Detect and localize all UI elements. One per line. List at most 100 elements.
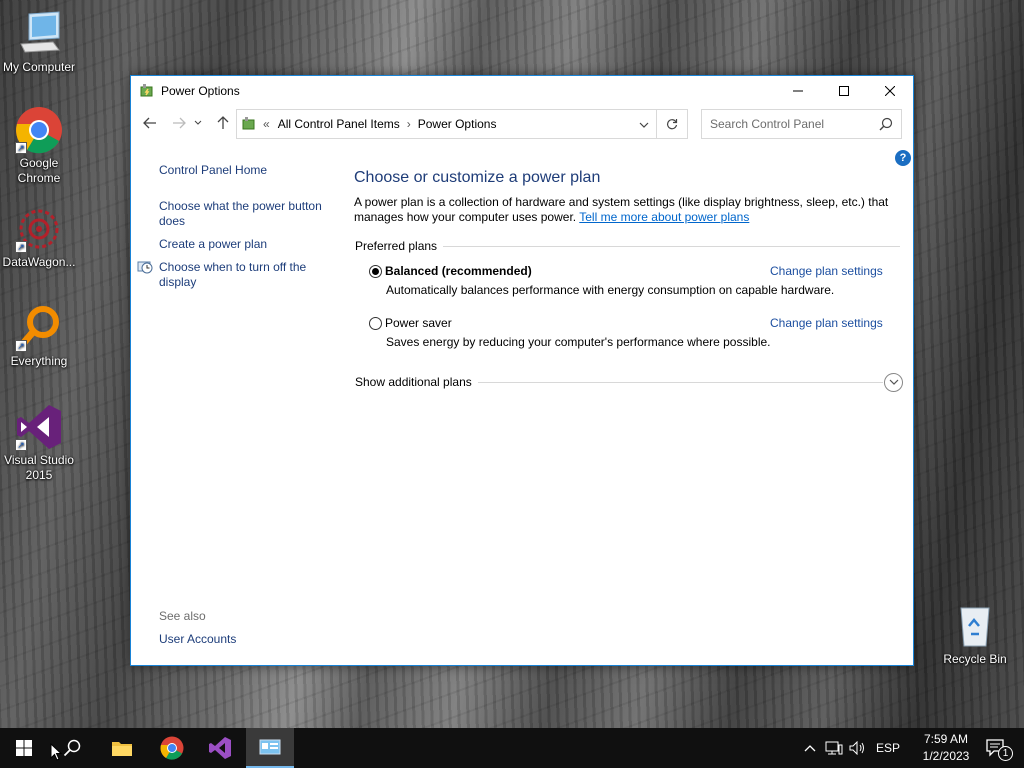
desktop-icon-recycle-bin[interactable]: Recycle Bin bbox=[937, 602, 1013, 667]
power-saver-radio[interactable] bbox=[369, 317, 382, 330]
window-title: Power Options bbox=[161, 83, 240, 98]
chevron-up-icon bbox=[804, 745, 816, 752]
show-hidden-icons-button[interactable] bbox=[800, 728, 820, 768]
breadcrumb-separator[interactable]: › bbox=[407, 117, 411, 131]
balanced-radio[interactable] bbox=[369, 265, 382, 278]
navigation-bar: « All Control Panel Items › Power Option… bbox=[131, 105, 913, 141]
desktop-icon-visual-studio[interactable]: ↗ Visual Studio 2015 bbox=[1, 403, 77, 483]
breadcrumb-overflow[interactable]: « bbox=[263, 117, 270, 131]
input-language-button[interactable]: ESP bbox=[872, 728, 904, 768]
desktop-icon-label: Recycle Bin bbox=[943, 652, 1007, 666]
control-panel-icon bbox=[242, 117, 255, 130]
search-icon bbox=[879, 117, 893, 131]
taskbar-visual-studio[interactable] bbox=[196, 728, 244, 768]
shortcut-arrow-icon: ↗ bbox=[15, 340, 27, 352]
power-saver-change-settings-link[interactable]: Change plan settings bbox=[770, 316, 883, 330]
speaker-icon bbox=[849, 741, 864, 755]
volume-button[interactable] bbox=[846, 728, 870, 768]
breadcrumb-power-options[interactable]: Power Options bbox=[418, 117, 497, 131]
desktop-icon-datawagon[interactable]: ↗ DataWagon... bbox=[1, 205, 77, 270]
windows-logo-icon bbox=[16, 740, 32, 756]
breadcrumb-all-control-panel-items[interactable]: All Control Panel Items bbox=[278, 117, 400, 131]
chevron-down-icon bbox=[639, 122, 649, 128]
maximize-icon bbox=[839, 85, 849, 96]
taskbar-file-explorer[interactable] bbox=[98, 728, 146, 768]
chrome-icon bbox=[160, 736, 184, 760]
control-panel-home-link[interactable]: Control Panel Home bbox=[159, 163, 334, 178]
taskbar-power-options[interactable] bbox=[246, 728, 294, 768]
desktop-icon-label: My Computer bbox=[2, 60, 76, 74]
show-additional-plans-label[interactable]: Show additional plans bbox=[355, 375, 478, 389]
refresh-icon bbox=[666, 119, 678, 130]
power-saver-plan-name[interactable]: Power saver bbox=[385, 316, 452, 330]
page-title: Choose or customize a power plan bbox=[354, 169, 601, 186]
network-icon bbox=[825, 741, 843, 755]
desktop-icon-everything[interactable]: ↗ Everything bbox=[1, 304, 77, 369]
datawagon-icon: ↗ bbox=[15, 205, 63, 253]
search-icon bbox=[63, 739, 81, 757]
expand-additional-plans-button[interactable] bbox=[884, 373, 903, 392]
minimize-icon bbox=[793, 90, 803, 91]
power-button-link[interactable]: Choose what the power button does bbox=[159, 199, 334, 229]
network-button[interactable] bbox=[822, 728, 846, 768]
chevron-down-icon bbox=[889, 379, 898, 385]
page-description: A power plan is a collection of hardware… bbox=[354, 195, 894, 225]
forward-arrow-icon bbox=[173, 117, 186, 129]
taskbar: ESP 7:59 AM 1/2/2023 1 bbox=[0, 728, 1024, 768]
minimize-button[interactable] bbox=[775, 76, 821, 105]
close-button[interactable] bbox=[867, 76, 913, 105]
visual-studio-icon bbox=[209, 737, 231, 759]
preferred-plans-label: Preferred plans bbox=[355, 239, 444, 253]
taskbar-chrome[interactable] bbox=[148, 728, 196, 768]
search-input[interactable]: Search Control Panel bbox=[701, 109, 902, 139]
power-saver-plan-description: Saves energy by reducing your computer's… bbox=[386, 335, 771, 349]
see-also-label: See also bbox=[159, 609, 206, 623]
power-options-window: Power Options « All Control Panel Items … bbox=[130, 75, 914, 666]
address-dropdown-button[interactable] bbox=[639, 118, 649, 132]
turn-off-display-link[interactable]: Choose when to turn off the display bbox=[159, 260, 334, 290]
everything-search-icon: ↗ bbox=[15, 304, 63, 352]
desktop-icon-my-computer[interactable]: My Computer bbox=[1, 10, 77, 75]
user-accounts-link[interactable]: User Accounts bbox=[159, 632, 334, 647]
chrome-icon: ↗ bbox=[15, 106, 63, 154]
action-center-button[interactable]: 1 bbox=[976, 728, 1016, 768]
mouse-cursor-icon bbox=[50, 743, 62, 761]
tell-me-more-link[interactable]: Tell me more about power plans bbox=[579, 210, 749, 224]
clock[interactable]: 7:59 AM 1/2/2023 bbox=[918, 731, 974, 765]
desktop-icon-label: Visual Studio 2015 bbox=[4, 453, 74, 482]
back-arrow-icon bbox=[143, 117, 156, 129]
recycle-bin-icon bbox=[951, 602, 999, 650]
address-bar[interactable]: « All Control Panel Items › Power Option… bbox=[236, 109, 688, 139]
up-arrow-icon bbox=[217, 116, 229, 129]
forward-button[interactable] bbox=[167, 111, 191, 135]
maximize-button[interactable] bbox=[821, 76, 867, 105]
search-placeholder: Search Control Panel bbox=[710, 117, 825, 131]
chevron-down-icon bbox=[194, 120, 202, 125]
folder-icon bbox=[112, 742, 132, 756]
balanced-plan-name[interactable]: Balanced (recommended) bbox=[385, 264, 532, 278]
help-button[interactable]: ? bbox=[895, 150, 911, 166]
clock-time: 7:59 AM bbox=[923, 732, 969, 746]
desktop-icon-label: DataWagon... bbox=[2, 255, 76, 269]
visual-studio-icon: ↗ bbox=[15, 403, 63, 451]
radio-selected-dot bbox=[372, 268, 379, 275]
refresh-button[interactable] bbox=[656, 109, 688, 139]
display-clock-icon bbox=[137, 261, 153, 274]
create-power-plan-link[interactable]: Create a power plan bbox=[159, 237, 334, 252]
close-icon bbox=[885, 85, 895, 96]
recent-locations-button[interactable] bbox=[191, 111, 205, 135]
computer-icon bbox=[15, 10, 63, 58]
back-button[interactable] bbox=[138, 111, 162, 135]
clock-date: 1/2/2023 bbox=[922, 749, 970, 763]
balanced-change-settings-link[interactable]: Change plan settings bbox=[770, 264, 883, 278]
balanced-plan-description: Automatically balances performance with … bbox=[386, 283, 835, 297]
notification-count-badge: 1 bbox=[998, 746, 1013, 761]
title-bar[interactable]: Power Options bbox=[131, 76, 913, 105]
desktop-icon-google-chrome[interactable]: ↗ Google Chrome bbox=[1, 106, 77, 186]
shortcut-arrow-icon: ↗ bbox=[15, 439, 27, 451]
desktop-icon-label: Everything bbox=[10, 354, 68, 368]
desktop-icon-label: Google Chrome bbox=[17, 156, 61, 185]
control-panel-icon bbox=[259, 739, 281, 755]
start-button[interactable] bbox=[0, 728, 48, 768]
up-button[interactable] bbox=[211, 111, 235, 135]
